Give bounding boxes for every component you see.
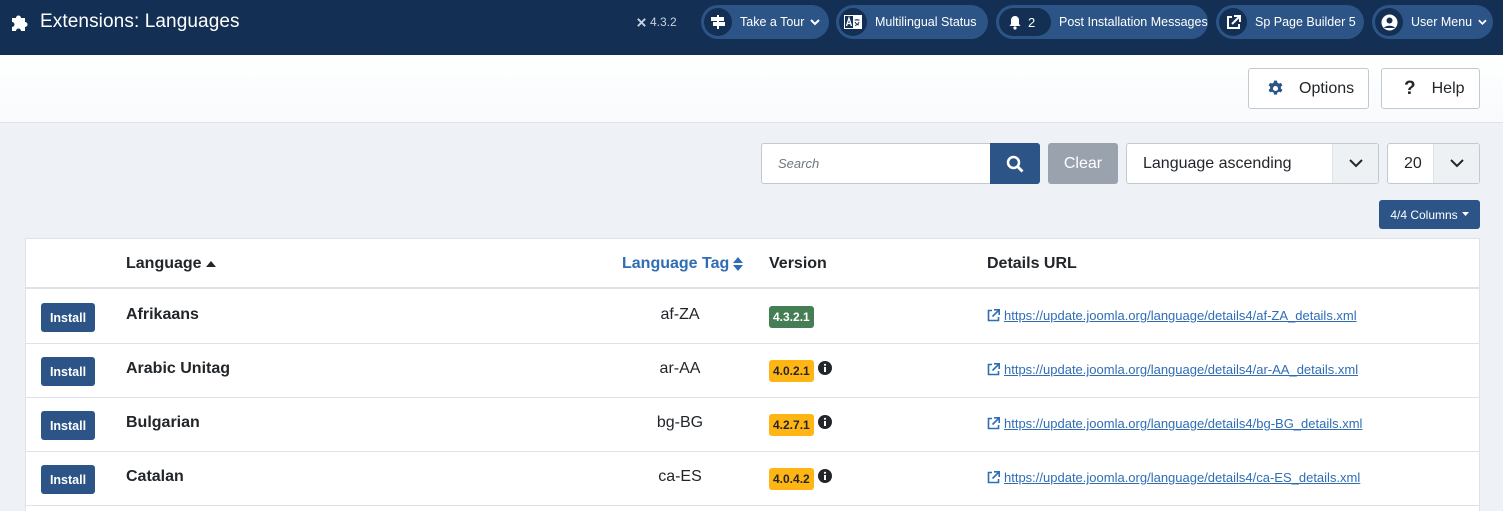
sort-up-icon: [205, 260, 216, 267]
info-icon[interactable]: [817, 360, 833, 376]
external-link-icon: [987, 417, 1000, 430]
post-installation-label: Post Installation Messages: [1059, 15, 1208, 29]
sp-page-builder-label: Sp Page Builder 5: [1255, 15, 1356, 29]
details-url: https://update.joomla.org/language/detai…: [1004, 470, 1361, 485]
language-name: Bulgarian: [126, 414, 200, 431]
sort-language-tag-header[interactable]: Language Tag: [622, 255, 744, 273]
details-link[interactable]: https://update.joomla.org/language/detai…: [987, 362, 1358, 377]
info-icon[interactable]: [817, 468, 833, 484]
language-tag-header-label: Language Tag: [622, 255, 730, 272]
gear-icon: [1268, 80, 1283, 95]
install-button[interactable]: Install: [41, 465, 95, 494]
info-icon[interactable]: [817, 414, 833, 430]
install-button[interactable]: Install: [41, 411, 95, 440]
details-link[interactable]: https://update.joomla.org/language/detai…: [987, 308, 1357, 323]
help-label: Help: [1431, 79, 1465, 97]
table-row: Install Afrikaans af-ZA 4.3.2.1 https://…: [26, 290, 1479, 344]
install-button[interactable]: Install: [41, 303, 95, 332]
user-menu-label: User Menu: [1411, 15, 1473, 29]
version-badge: 4.0.2.1: [769, 360, 814, 382]
signpost-icon: [704, 8, 732, 36]
user-menu-button[interactable]: User Menu: [1372, 5, 1493, 39]
language-header-label: Language: [126, 255, 202, 272]
list-limit-value: 20: [1404, 154, 1422, 172]
version-header: Version: [769, 255, 827, 272]
page-title: Extensions: Languages: [40, 11, 240, 32]
multilingual-status-label: Multilingual Status: [875, 15, 977, 29]
joomla-icon: [637, 17, 646, 27]
table-row: Install Arabic Unitag ar-AA 4.0.2.1 http…: [26, 344, 1479, 398]
language-tag: ca-ES: [658, 468, 702, 485]
details-url: https://update.joomla.org/language/detai…: [1004, 416, 1363, 431]
notification-count: 2: [1028, 14, 1036, 30]
notification-group: 2: [999, 8, 1051, 36]
chevron-down-icon: [1478, 19, 1487, 26]
clear-button[interactable]: Clear: [1048, 143, 1118, 184]
options-button[interactable]: Options: [1248, 68, 1369, 109]
language-tag: af-ZA: [660, 306, 700, 323]
table-row: Install Catalan ca-ES 4.0.4.2 https://up…: [26, 452, 1479, 506]
translate-icon: [839, 8, 867, 36]
top-header: Extensions: Languages 4.3.2 Take a Tour …: [0, 0, 1503, 55]
language-tag: ar-AA: [659, 360, 701, 377]
ordering-select[interactable]: Language ascending: [1126, 143, 1379, 184]
bell-icon: [1009, 15, 1021, 30]
take-tour-button[interactable]: Take a Tour: [701, 5, 829, 39]
language-name: Catalan: [126, 468, 184, 485]
version-badge: 4.3.2.1: [769, 306, 814, 328]
question-icon: ?: [1404, 77, 1416, 99]
list-limit-select[interactable]: 20: [1387, 143, 1480, 184]
table-row: Install Bulgarian bg-BG 4.2.7.1 https://…: [26, 398, 1479, 452]
subhead-toolbar: Options ? Help: [0, 55, 1503, 123]
search-button[interactable]: [990, 143, 1040, 184]
caret-down-icon: [1461, 212, 1469, 216]
chevron-down-icon: [1332, 144, 1378, 183]
external-link-icon: [1219, 8, 1247, 36]
sort-icon: [733, 257, 744, 271]
search-input[interactable]: Search: [761, 143, 991, 184]
multilingual-status-button[interactable]: Multilingual Status: [836, 5, 988, 39]
search-icon: [1006, 155, 1024, 172]
post-installation-messages-button[interactable]: 2 Post Installation Messages: [996, 5, 1208, 39]
options-label: Options: [1299, 79, 1355, 97]
version-badge: 4.2.7.1: [769, 414, 814, 436]
details-link[interactable]: https://update.joomla.org/language/detai…: [987, 416, 1362, 431]
details-url: https://update.joomla.org/language/detai…: [1004, 362, 1359, 377]
sp-page-builder-button[interactable]: Sp Page Builder 5: [1216, 5, 1364, 39]
chevron-down-icon: [1433, 144, 1479, 183]
external-link-icon: [987, 363, 1000, 376]
language-name: Afrikaans: [126, 306, 199, 323]
take-tour-label: Take a Tour: [740, 15, 805, 29]
user-icon: [1375, 8, 1403, 36]
version-badge: 4.0.4.2: [769, 468, 814, 490]
details-url-header: Details URL: [987, 255, 1077, 272]
help-button[interactable]: ? Help: [1381, 68, 1480, 109]
language-name: Arabic Unitag: [126, 360, 231, 377]
details-link[interactable]: https://update.joomla.org/language/detai…: [987, 470, 1360, 485]
puzzle-icon: [12, 15, 28, 31]
details-url: https://update.joomla.org/language/detai…: [1004, 308, 1357, 323]
version-text: 4.3.2: [650, 15, 677, 29]
languages-table: Language Language Tag Version Details UR…: [25, 238, 1480, 511]
columns-toggle-button[interactable]: 4/4 Columns: [1379, 200, 1480, 229]
install-button[interactable]: Install: [41, 357, 95, 386]
sort-language-header[interactable]: Language: [126, 255, 216, 273]
language-tag: bg-BG: [656, 414, 704, 431]
columns-label: 4/4 Columns: [1390, 207, 1458, 222]
external-link-icon: [987, 471, 1000, 484]
chevron-down-icon: [810, 19, 821, 26]
external-link-icon: [987, 309, 1000, 322]
table-header: Language Language Tag Version Details UR…: [26, 239, 1479, 289]
ordering-value: Language ascending: [1143, 154, 1292, 172]
joomla-version: 4.3.2: [636, 15, 677, 29]
